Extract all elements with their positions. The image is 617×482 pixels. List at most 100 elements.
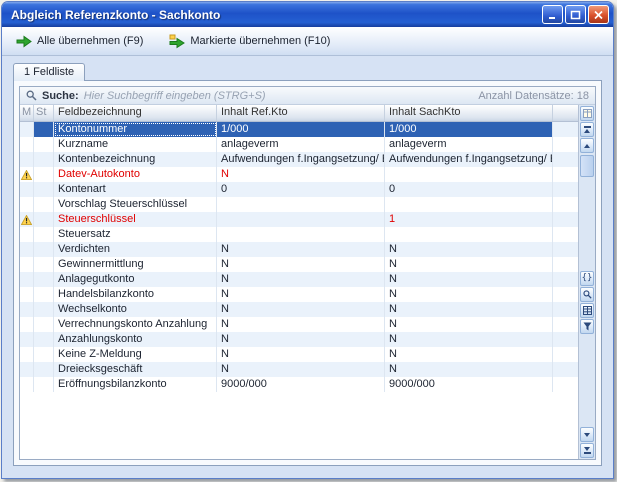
marker-cell[interactable] <box>20 137 34 152</box>
table-row[interactable]: Eröffnungsbilanzkonto 9000/000 9000/000 <box>20 377 578 392</box>
marker-cell[interactable] <box>20 287 34 302</box>
field-cell[interactable]: Anlagegutkonto <box>54 272 217 287</box>
ref-value-cell[interactable]: N <box>217 242 385 257</box>
status-cell[interactable] <box>34 302 54 317</box>
scroll-thumb[interactable] <box>580 155 594 177</box>
marker-cell[interactable] <box>20 197 34 212</box>
sach-value-cell[interactable] <box>385 197 553 212</box>
grid-view-button[interactable] <box>580 303 594 318</box>
ref-value-cell[interactable]: anlageverm <box>217 137 385 152</box>
status-cell[interactable] <box>34 182 54 197</box>
table-row[interactable]: Datev-Autokonto N <box>20 167 578 182</box>
sach-value-cell[interactable] <box>385 227 553 242</box>
field-cell[interactable]: Kurzname <box>54 137 217 152</box>
marker-cell[interactable] <box>20 152 34 167</box>
table-row[interactable]: Anzahlungskonto N N <box>20 332 578 347</box>
field-cell[interactable]: Anzahlungskonto <box>54 332 217 347</box>
sach-value-cell[interactable]: Aufwendungen f.Ingangsetzung/ Erweit.d.G… <box>385 152 553 167</box>
search-records-button[interactable] <box>580 287 594 302</box>
sach-value-cell[interactable]: N <box>385 317 553 332</box>
ref-value-cell[interactable]: 1/000 <box>217 122 385 137</box>
sach-value-cell[interactable]: 1 <box>385 212 553 227</box>
field-cell[interactable]: Datev-Autokonto <box>54 167 217 182</box>
marker-cell[interactable] <box>20 212 34 227</box>
sach-value-cell[interactable]: N <box>385 272 553 287</box>
field-cell[interactable]: Eröffnungsbilanzkonto <box>54 377 217 392</box>
status-cell[interactable] <box>34 227 54 242</box>
close-button[interactable] <box>588 5 609 24</box>
minimize-button[interactable] <box>542 5 563 24</box>
status-cell[interactable] <box>34 272 54 287</box>
apply-marked-button[interactable]: Markierte übernehmen (F10) <box>162 30 337 53</box>
table-row[interactable]: Verdichten N N <box>20 242 578 257</box>
table-row[interactable]: Kontonummer 1/000 1/000 <box>20 122 578 137</box>
bookmark-button[interactable]: {} <box>580 271 594 286</box>
status-cell[interactable] <box>34 197 54 212</box>
table-row[interactable]: Vorschlag Steuerschlüssel <box>20 197 578 212</box>
marker-cell[interactable] <box>20 332 34 347</box>
sach-value-cell[interactable]: 1/000 <box>385 122 553 137</box>
header-field[interactable]: Feldbezeichnung <box>54 105 217 121</box>
status-cell[interactable] <box>34 257 54 272</box>
table-row[interactable]: Steuersatz <box>20 227 578 242</box>
marker-cell[interactable] <box>20 242 34 257</box>
status-cell[interactable] <box>34 212 54 227</box>
sach-value-cell[interactable]: N <box>385 242 553 257</box>
marker-cell[interactable] <box>20 182 34 197</box>
ref-value-cell[interactable]: 9000/000 <box>217 377 385 392</box>
sach-value-cell[interactable]: N <box>385 347 553 362</box>
header-ref[interactable]: Inhalt Ref.Kto <box>217 105 385 121</box>
ref-value-cell[interactable]: N <box>217 302 385 317</box>
field-cell[interactable]: Steuersatz <box>54 227 217 242</box>
sach-value-cell[interactable]: N <box>385 332 553 347</box>
filter-button[interactable] <box>580 319 594 334</box>
ref-value-cell[interactable]: N <box>217 347 385 362</box>
ref-value-cell[interactable]: N <box>217 272 385 287</box>
field-cell[interactable]: Verdichten <box>54 242 217 257</box>
ref-value-cell[interactable]: N <box>217 167 385 182</box>
header-sach[interactable]: Inhalt SachKto <box>385 105 553 121</box>
apply-all-button[interactable]: Alle übernehmen (F9) <box>9 30 150 53</box>
marker-cell[interactable] <box>20 122 34 137</box>
sach-value-cell[interactable]: N <box>385 362 553 377</box>
field-cell[interactable]: Keine Z-Meldung <box>54 347 217 362</box>
marker-cell[interactable] <box>20 302 34 317</box>
field-cell[interactable]: Kontenbezeichnung <box>54 152 217 167</box>
field-cell[interactable]: Kontenart <box>54 182 217 197</box>
ref-value-cell[interactable]: N <box>217 257 385 272</box>
marker-cell[interactable] <box>20 347 34 362</box>
scroll-down-button[interactable] <box>580 427 594 442</box>
sach-value-cell[interactable]: 0 <box>385 182 553 197</box>
table-row[interactable]: Wechselkonto N N <box>20 302 578 317</box>
ref-value-cell[interactable]: N <box>217 317 385 332</box>
field-cell[interactable]: Gewinnermittlung <box>54 257 217 272</box>
ref-value-cell[interactable]: N <box>217 287 385 302</box>
table-row[interactable]: Anlagegutkonto N N <box>20 272 578 287</box>
ref-value-cell[interactable] <box>217 212 385 227</box>
marker-cell[interactable] <box>20 362 34 377</box>
field-cell[interactable]: Wechselkonto <box>54 302 217 317</box>
status-cell[interactable] <box>34 167 54 182</box>
status-cell[interactable] <box>34 362 54 377</box>
sach-value-cell[interactable]: N <box>385 287 553 302</box>
field-cell[interactable]: Steuerschlüssel <box>54 212 217 227</box>
ref-value-cell[interactable]: Aufwendungen f.Ingangsetzung/ Erweit.d.G… <box>217 152 385 167</box>
scroll-top-button[interactable] <box>580 122 594 137</box>
scroll-up-button[interactable] <box>580 138 594 153</box>
status-cell[interactable] <box>34 287 54 302</box>
field-cell[interactable]: Handelsbilanzkonto <box>54 287 217 302</box>
field-cell[interactable]: Kontonummer <box>54 122 217 137</box>
table-row[interactable]: Kurzname anlageverm anlageverm <box>20 137 578 152</box>
table-row[interactable]: Handelsbilanzkonto N N <box>20 287 578 302</box>
ref-value-cell[interactable]: 0 <box>217 182 385 197</box>
status-cell[interactable] <box>34 332 54 347</box>
marker-cell[interactable] <box>20 272 34 287</box>
status-cell[interactable] <box>34 242 54 257</box>
sach-value-cell[interactable]: N <box>385 302 553 317</box>
table-row[interactable]: Dreiecksgeschäft N N <box>20 362 578 377</box>
status-cell[interactable] <box>34 347 54 362</box>
sach-value-cell[interactable] <box>385 167 553 182</box>
marker-cell[interactable] <box>20 257 34 272</box>
tab-feldliste[interactable]: 1 Feldliste <box>13 63 85 81</box>
table-row[interactable]: Kontenbezeichnung Aufwendungen f.Ingangs… <box>20 152 578 167</box>
